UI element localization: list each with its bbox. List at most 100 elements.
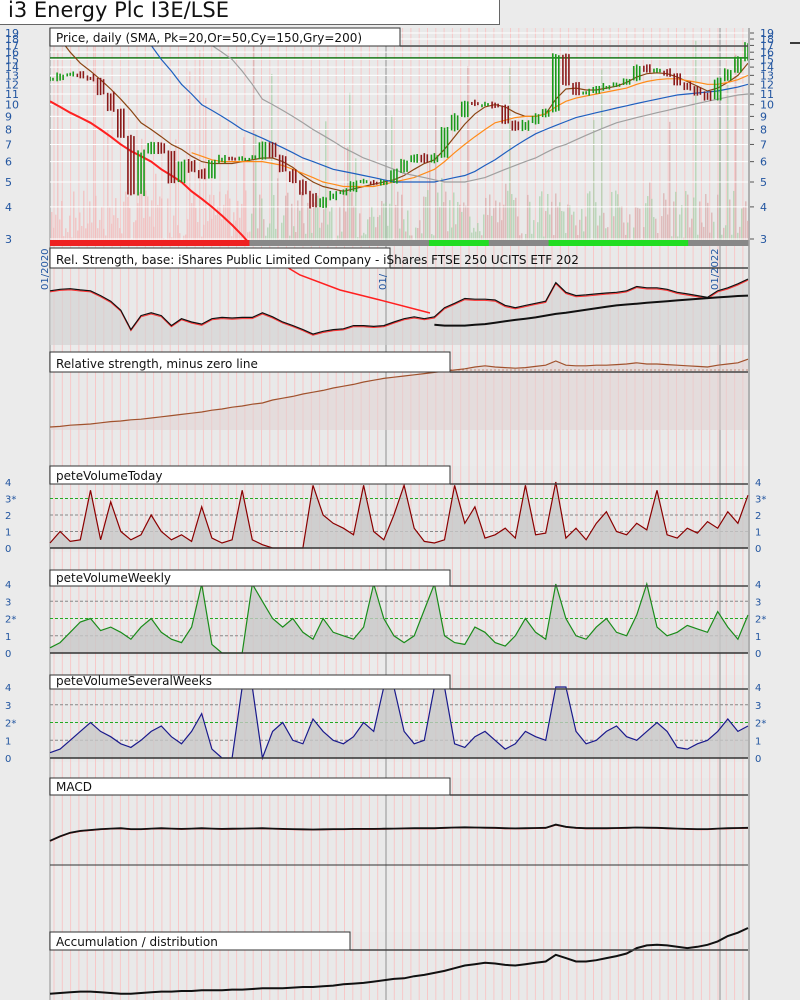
volume-bar (331, 206, 333, 240)
price-axis-label-left: 6 (5, 156, 12, 169)
signal-band-segment (369, 240, 380, 246)
signal-band-segment (648, 240, 659, 246)
pv_several-axis-label-right: 2* (755, 719, 766, 730)
price-axis-label-left: 3 (5, 233, 12, 246)
volume-bar (547, 193, 549, 240)
volume-bar (735, 54, 737, 240)
volume-bar (693, 197, 695, 240)
volume-bar (563, 211, 565, 240)
signal-band-segment (339, 240, 350, 246)
volume-bar (193, 193, 195, 240)
volume-bar (99, 219, 101, 240)
volume-bar (281, 222, 283, 240)
date-axis-label: 01/2022 (710, 248, 721, 290)
volume-bar (373, 216, 375, 240)
volume-bar (129, 207, 131, 240)
volume-bar (665, 199, 667, 240)
volume-bar (417, 227, 419, 240)
volume-bar (75, 217, 77, 240)
volume-bar (161, 198, 163, 240)
volume-bar (633, 227, 635, 240)
volume-bar (661, 216, 663, 240)
price-axis-label-right: 5 (760, 176, 767, 189)
pv_today-axis-label-left: 0 (5, 544, 11, 555)
volume-bar (419, 220, 421, 240)
volume-bar (711, 212, 713, 240)
signal-band-segment (458, 240, 470, 246)
volume-bar (637, 207, 639, 240)
panel-title-pv_several: peteVolumeSeveralWeeks (56, 674, 212, 688)
volume-bar (389, 203, 391, 240)
pv_today-axis-label-right: 2 (755, 511, 761, 522)
signal-band-segment (488, 240, 500, 246)
volume-bar (649, 182, 651, 240)
volume-bar (493, 208, 495, 240)
signal-band-segment (179, 240, 191, 246)
pv_weekly-axis-label-right: 2* (755, 615, 766, 626)
volume-bar (379, 215, 381, 240)
volume-bar (457, 201, 459, 240)
volume-bar (115, 198, 117, 240)
volume-bar (159, 196, 161, 240)
volume-bar (225, 194, 227, 240)
volume-bar (69, 215, 71, 240)
volume-bar (73, 191, 75, 240)
signal-band-segment (159, 240, 171, 246)
price-axis-label-right: 8 (760, 124, 767, 137)
price-axis-label-left: 9 (5, 110, 12, 123)
volume-bar (647, 196, 649, 240)
pv_several-axis-label-left: 1 (5, 736, 11, 747)
signal-band-segment (50, 240, 61, 246)
volume-bar (133, 222, 135, 240)
volume-bar (579, 219, 581, 240)
volume-bar (303, 223, 305, 240)
volume-bar (557, 206, 559, 240)
signal-band-segment (319, 240, 330, 246)
signal-band-segment (79, 240, 91, 246)
volume-bar (439, 206, 441, 240)
stock-chart: 3 34 45 56 67 78 89 910 1011 1112 1213 1314 1415 1516… (5, 27, 800, 1000)
signal-band-segment (229, 240, 240, 246)
panel-title-rs: Rel. Strength, base: iShares Public Limi… (56, 253, 579, 267)
price-axis-label-left: 19 (5, 27, 19, 40)
volume-bar (263, 219, 265, 240)
pv_today-axis-label-right: 4 (755, 478, 761, 489)
signal-band-segment (359, 240, 370, 246)
signal-band-segment (498, 240, 510, 246)
signal-band-segment (99, 240, 111, 246)
volume-bar (401, 194, 403, 240)
volume-bar (645, 203, 647, 240)
price-axis-label-right: 4 (760, 201, 767, 214)
volume-bar (139, 192, 141, 240)
volume-bar (261, 198, 263, 240)
volume-bar (339, 206, 341, 240)
volume-bar (575, 225, 577, 240)
pv_several-axis-label-right: 4 (755, 683, 761, 694)
volume-bar (369, 216, 371, 240)
volume-bar (127, 196, 129, 240)
pv_today-axis-label-left: 3* (5, 495, 16, 506)
signal-band-segment (538, 240, 550, 246)
pv_weekly-axis-label-right: 1 (755, 632, 761, 643)
signal-band-segment (728, 240, 739, 246)
volume-bar (93, 42, 95, 241)
signal-band-segment (558, 240, 570, 246)
volume-bar (499, 202, 501, 240)
volume-bar (505, 183, 507, 240)
signal-band-segment (219, 240, 230, 246)
signal-band-segment (189, 240, 201, 246)
volume-bar (691, 218, 693, 240)
signal-band-segment (528, 240, 540, 246)
volume-bar (227, 190, 229, 240)
signal-band-segment (309, 240, 320, 246)
signal-band-segment (438, 240, 450, 246)
volume-bar (209, 194, 211, 240)
volume-bar (545, 211, 547, 240)
volume-bar (109, 207, 111, 240)
volume-bar (343, 190, 345, 240)
volume-bar (175, 139, 177, 240)
pv_weekly-axis-label-left: 1 (5, 632, 11, 643)
volume-bar (203, 224, 205, 240)
signal-band-segment (399, 240, 410, 246)
signal-band-segment (149, 240, 161, 246)
